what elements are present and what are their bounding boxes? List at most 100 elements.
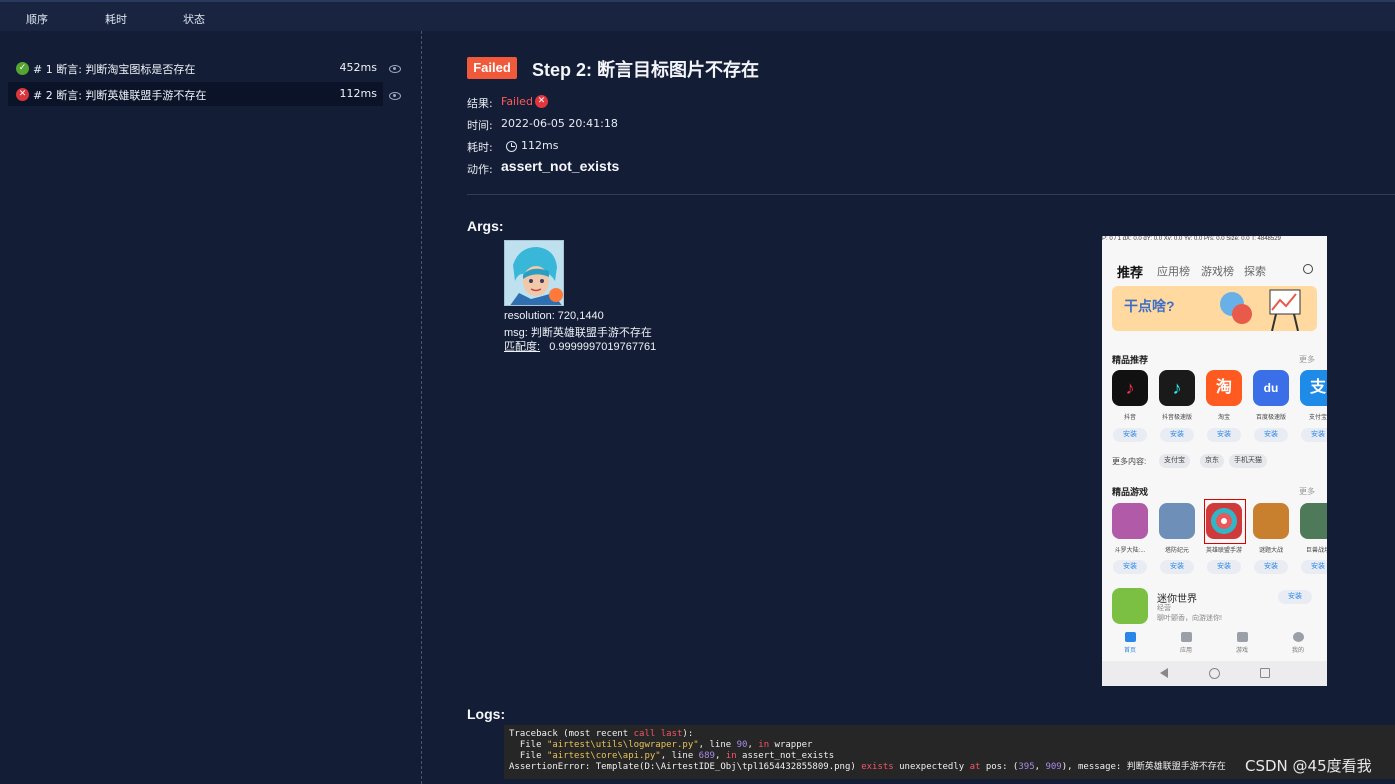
app-icon-douyin-lite: ♪ xyxy=(1159,370,1195,406)
app-name: 抖音极速版 xyxy=(1161,415,1192,421)
nav-tab-app-rank: 应用榜 xyxy=(1157,266,1190,278)
chip-alipay[interactable]: 支付宝 xyxy=(1159,454,1190,468)
duration-value: 112ms xyxy=(521,139,559,152)
banner-text: 干点啥? xyxy=(1124,298,1175,314)
tab-games[interactable]: 游戏 xyxy=(1227,632,1257,654)
tab-label: 我的 xyxy=(1291,648,1304,654)
time-value: 2022-06-05 20:41:18 xyxy=(501,117,618,130)
more-link: 更多 xyxy=(1299,487,1315,496)
app-icon-alipay: 支 xyxy=(1300,370,1327,406)
more-link: 更多 xyxy=(1299,355,1315,364)
app-name: 抖音 xyxy=(1123,415,1136,421)
match-key: 匹配度: xyxy=(504,341,541,353)
game-icon xyxy=(1300,503,1327,539)
back-icon[interactable] xyxy=(1160,668,1168,678)
system-nav-bar xyxy=(1102,661,1327,686)
game-name: 英雄联盟手游 xyxy=(1205,548,1242,554)
error-circle-icon: ✕ xyxy=(535,95,548,108)
nav-tab-explore: 探索 xyxy=(1244,266,1266,278)
log-line-2: File "airtest\utils\logwraper.py", line … xyxy=(509,740,813,750)
nav-tab-game-rank: 游戏榜 xyxy=(1201,266,1234,278)
app-name: 淘宝 xyxy=(1217,415,1230,421)
watermark: CSDN @45度看我 xyxy=(1245,757,1372,775)
section-featured-apps: 精品推荐 xyxy=(1112,355,1149,365)
app-name: 百度极速版 xyxy=(1255,415,1286,421)
banner-illustration xyxy=(1220,289,1301,331)
log-line-3: File "airtest\core\api.py", line 689, in… xyxy=(509,751,835,761)
app-icon-baidu: du xyxy=(1253,370,1289,406)
install-button[interactable]: 安装 xyxy=(1160,428,1194,442)
featured-desc: 聊叶颤香，向游迷你! xyxy=(1157,615,1222,622)
install-button[interactable]: 安装 xyxy=(1301,428,1327,442)
install-button[interactable]: 安装 xyxy=(1254,560,1288,574)
logs-title: Logs: xyxy=(467,706,506,722)
app-name: 支付宝 xyxy=(1308,415,1327,421)
chip-tmall[interactable]: 手机天猫 xyxy=(1229,454,1267,468)
log-line-1: Traceback (most recent call last): xyxy=(509,729,694,739)
app-icon-taobao: 淘 xyxy=(1206,370,1242,406)
install-button[interactable]: 安装 xyxy=(1113,560,1147,574)
pointer-status-bar: P: 0 / 1 dX: 0.0 dY: 0.0 Xv: 0.0 Yv: 0.0… xyxy=(1102,236,1327,246)
tab-apps[interactable]: 应用 xyxy=(1171,632,1201,654)
step-title: Step 2: 断言目标图片不存在 xyxy=(532,60,760,80)
more-content-label: 更多内容: xyxy=(1112,457,1147,466)
action-value: assert_not_exists xyxy=(501,158,620,174)
section-divider xyxy=(467,194,1395,195)
app-icon-douyin: ♪ xyxy=(1112,370,1148,406)
game-name: 塔防纪元 xyxy=(1164,548,1189,554)
column-time[interactable]: 耗时 xyxy=(105,11,127,27)
promo-banner: 干点啥? xyxy=(1112,286,1317,331)
game-icon xyxy=(1253,503,1289,539)
install-button[interactable]: 安装 xyxy=(1160,560,1194,574)
install-button[interactable]: 安装 xyxy=(1207,560,1241,574)
tab-label: 首页 xyxy=(1123,648,1136,654)
time-label: 时间: xyxy=(467,119,493,132)
match-highlight-box xyxy=(1204,499,1246,544)
table-header: 顺序 耗时 状态 xyxy=(0,0,1395,31)
tab-label: 应用 xyxy=(1179,648,1192,654)
gamepad-icon xyxy=(1236,632,1248,642)
section-featured-games: 精品游戏 xyxy=(1112,487,1149,497)
install-button[interactable]: 安装 xyxy=(1207,428,1241,442)
featured-sub: 经营 xyxy=(1157,605,1171,612)
user-icon xyxy=(1292,632,1304,642)
game-name: 巨兽战场 xyxy=(1305,548,1327,554)
game-name: 谜题大战 xyxy=(1258,548,1283,554)
clock-icon xyxy=(506,141,517,152)
tab-mine[interactable]: 我的 xyxy=(1283,632,1313,654)
step-time: 112ms xyxy=(339,87,377,100)
args-title: Args: xyxy=(467,218,504,234)
column-status[interactable]: 状态 xyxy=(183,11,205,27)
log-line-4: AssertionError: Template(D:\AirtestIDE_O… xyxy=(509,762,1226,772)
step-row-2[interactable]: ✕ # 2 断言: 判断英雄联盟手游不存在 112ms xyxy=(8,82,383,106)
step-label: # 1 断言: 判断淘宝图标是否存在 xyxy=(33,63,196,76)
chip-jd[interactable]: 京东 xyxy=(1200,454,1224,468)
step-row-1[interactable]: ✓ # 1 断言: 判断淘宝图标是否存在 452ms xyxy=(8,56,383,80)
result-label: 结果: xyxy=(467,97,493,110)
arg-match: 匹配度: 0.9999997019767761 xyxy=(504,338,656,354)
install-button[interactable]: 安装 xyxy=(1113,428,1147,442)
install-button[interactable]: 安装 xyxy=(1278,590,1312,604)
device-screenshot[interactable]: P: 0 / 1 dX: 0.0 dY: 0.0 Xv: 0.0 Yv: 0.0… xyxy=(1102,236,1327,686)
arg-resolution: resolution: 720,1440 xyxy=(504,310,604,322)
result-value: Failed xyxy=(501,95,533,108)
step-label: # 2 断言: 判断英雄联盟手游不存在 xyxy=(33,89,207,102)
match-value: 0.9999997019767761 xyxy=(549,341,657,353)
featured-game-icon xyxy=(1112,588,1148,624)
nav-tab-recommend: 推荐 xyxy=(1117,265,1144,280)
home-button-icon[interactable] xyxy=(1209,668,1220,679)
game-icon xyxy=(1159,503,1195,539)
game-name: 斗罗大陆:... xyxy=(1114,548,1146,554)
eye-icon[interactable] xyxy=(389,92,401,100)
search-icon xyxy=(1303,264,1313,274)
tab-label: 游戏 xyxy=(1235,648,1248,654)
column-order[interactable]: 顺序 xyxy=(26,11,48,27)
recents-icon[interactable] xyxy=(1260,668,1270,678)
install-button[interactable]: 安装 xyxy=(1254,428,1288,442)
step-time: 452ms xyxy=(339,61,377,74)
eye-icon[interactable] xyxy=(389,65,401,73)
tab-home[interactable]: 首页 xyxy=(1115,632,1145,654)
action-label: 动作: xyxy=(467,163,493,176)
target-template-image[interactable] xyxy=(504,240,564,306)
install-button[interactable]: 安装 xyxy=(1301,560,1327,574)
